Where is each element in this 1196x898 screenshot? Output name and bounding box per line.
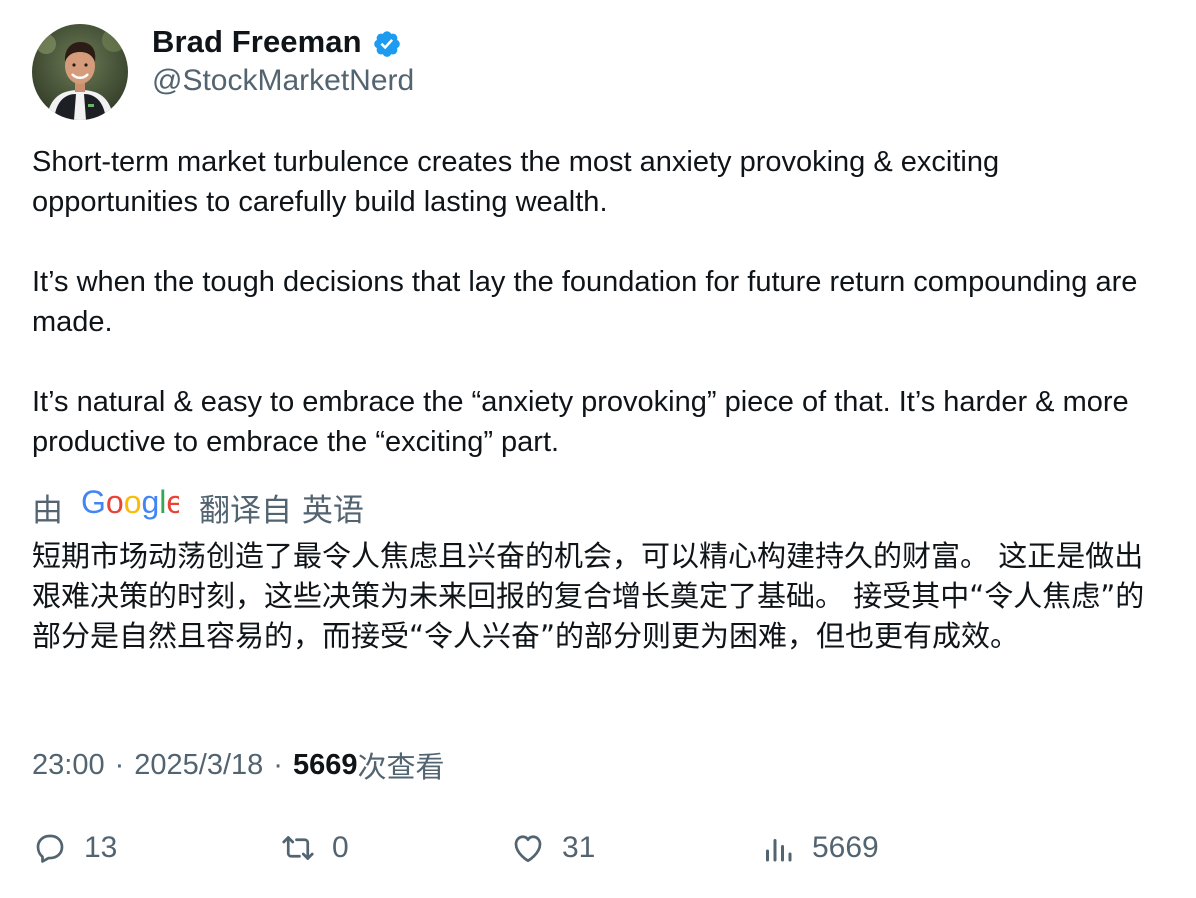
svg-text:Google: Google (81, 485, 179, 520)
reply-count: 13 (84, 831, 118, 864)
verified-badge-icon[interactable] (372, 29, 402, 59)
views-label: 次查看 (357, 750, 445, 784)
tweet-meta: 23:00 · 2025/3/18 · 5669 次查看 (32, 744, 444, 786)
views-count: 5669 (292, 748, 358, 781)
translation-attribution: 由 Google 翻译自 英语 (32, 484, 364, 530)
retweet-arrows-icon (280, 830, 316, 866)
tweet-paragraph: It’s natural & easy to embrace the “anxi… (32, 386, 1129, 458)
meta-separator: · (273, 748, 283, 781)
like-button[interactable]: 31 (510, 830, 595, 866)
translated-text: 短期市场动荡创造了最令人焦虑且兴奋的机会，可以精心构建持久的财富。 这正是做出艰… (32, 539, 1145, 653)
tweet-body: Short-term market turbulence creates the… (32, 142, 1172, 462)
google-logo-icon: Google (81, 484, 184, 529)
avatar[interactable] (32, 24, 128, 120)
view-count: 5669 (812, 831, 879, 864)
tweet-header: Brad Freeman @StockMarketNerd (32, 24, 414, 120)
reply-button[interactable]: 13 (32, 830, 117, 866)
translated-from-label[interactable]: 翻译自 英语 (199, 485, 364, 530)
views-button[interactable]: 5669 (760, 830, 879, 866)
display-name-row: Brad Freeman (152, 24, 414, 60)
action-bar: 13 0 31 5669 (32, 830, 1172, 874)
retweet-button[interactable]: 0 (280, 830, 349, 866)
like-count: 31 (562, 831, 596, 864)
heart-icon (510, 830, 546, 866)
tweet-date[interactable]: 2025/3/18 (134, 749, 263, 782)
meta-separator: · (114, 748, 125, 781)
tweet-time[interactable]: 23:00 (32, 749, 105, 782)
bar-chart-icon (760, 830, 796, 866)
tweet-paragraph: Short-term market turbulence creates the… (32, 146, 1000, 218)
display-name[interactable]: Brad Freeman (152, 24, 362, 60)
reply-bubble-icon (32, 830, 68, 866)
author-handle[interactable]: @StockMarketNerd (152, 64, 414, 98)
tweet-paragraph: It’s when the tough decisions that lay t… (32, 266, 1138, 338)
retweet-count: 0 (332, 831, 349, 864)
translated-by-label: 由 (32, 492, 63, 529)
author-names: Brad Freeman @StockMarketNerd (152, 24, 414, 98)
